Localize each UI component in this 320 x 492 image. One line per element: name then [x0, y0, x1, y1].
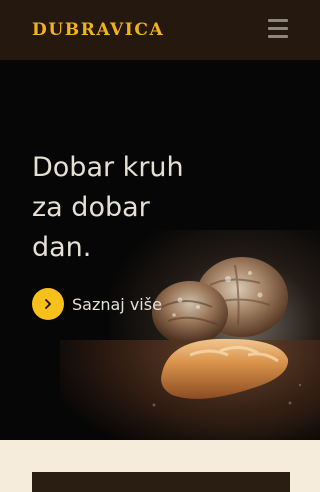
headline-line-2: za dobar	[32, 192, 150, 223]
learn-more-label[interactable]: Saznaj više	[72, 295, 162, 314]
learn-more-button[interactable]: Saznaj više	[32, 288, 162, 320]
next-section	[0, 440, 320, 492]
headline-line-3: dan.	[32, 232, 92, 263]
bread-loaves-image	[152, 257, 302, 407]
next-section-card	[32, 472, 290, 492]
headline-line-1: Dobar kruh	[32, 152, 184, 183]
hero-section: Dobar kruh za dobar dan. Saznaj više	[0, 60, 320, 440]
round-loaf-front	[152, 281, 228, 345]
logo[interactable]: DUBRAVICA	[32, 19, 164, 41]
chevron-right-icon[interactable]	[32, 288, 64, 320]
site-header: DUBRAVICA	[0, 0, 320, 60]
hero-headline: Dobar kruh za dobar dan.	[32, 148, 202, 268]
hamburger-menu-icon[interactable]	[266, 18, 290, 40]
